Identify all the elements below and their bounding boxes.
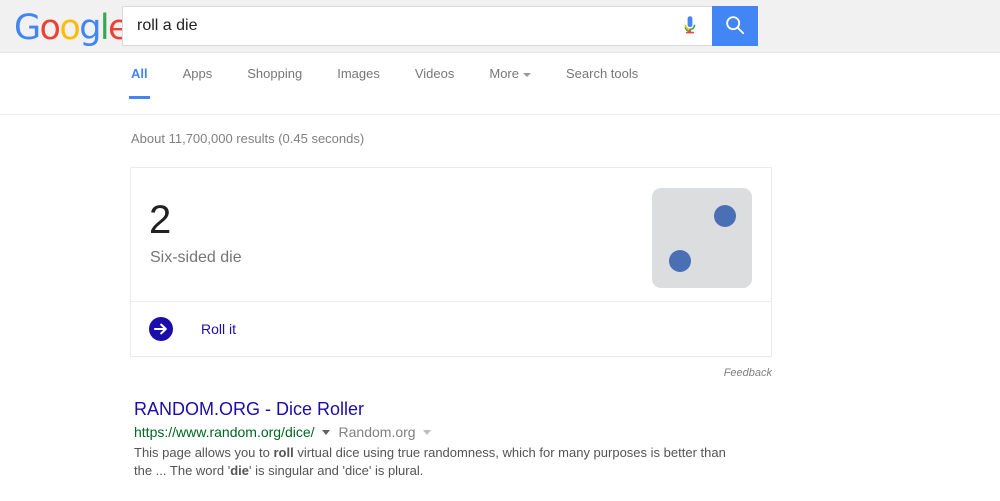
logo-letter-o2: o <box>59 8 80 48</box>
tab-videos[interactable]: Videos <box>415 66 455 99</box>
tab-apps-label: Apps <box>182 66 213 81</box>
search-input[interactable] <box>123 8 668 44</box>
results-count: About 11,700,000 results (0.45 seconds) <box>131 131 365 146</box>
tab-more[interactable]: More <box>489 66 531 99</box>
magnifier-icon <box>724 14 746 39</box>
dice-widget-body: 2 Six-sided die <box>131 168 771 302</box>
tab-all-label: All <box>131 66 148 81</box>
result-snippet: This page allows you to roll virtual dic… <box>134 445 726 478</box>
tab-images[interactable]: Images <box>337 66 380 99</box>
logo-letter-l: l <box>99 8 110 48</box>
tab-images-label: Images <box>337 66 380 81</box>
roll-it-label: Roll it <box>201 321 237 337</box>
search-box <box>122 6 712 46</box>
search-result-item: RANDOM.ORG - Dice Roller https://www.ran… <box>134 398 754 480</box>
logo-letter-g1: G <box>14 8 41 48</box>
google-logo[interactable]: Google <box>14 8 129 48</box>
die-face-icon[interactable] <box>652 188 752 288</box>
tab-apps[interactable]: Apps <box>183 66 213 99</box>
search-button[interactable] <box>712 6 758 46</box>
arrow-right-circle-icon <box>148 316 174 342</box>
die-label: Six-sided die <box>150 249 242 266</box>
tab-all[interactable]: All <box>129 66 150 99</box>
dice-widget-card: 2 Six-sided die Roll it <box>130 167 772 357</box>
nav-tabs: All Apps Shopping Images Videos More Sea… <box>129 66 673 99</box>
nav-bar: All Apps Shopping Images Videos More Sea… <box>0 53 1000 115</box>
microphone-icon[interactable] <box>668 7 712 45</box>
site-dropdown-caret-icon[interactable] <box>422 429 431 435</box>
result-title-link[interactable]: RANDOM.ORG - Dice Roller <box>134 398 364 420</box>
result-url-row: https://www.random.org/dice/ Random.org <box>134 423 754 441</box>
tab-search-tools[interactable]: Search tools <box>566 66 638 99</box>
url-dropdown-caret-icon[interactable] <box>321 429 330 435</box>
dice-widget-footer: Roll it <box>131 302 771 356</box>
page-header: Google <box>0 0 1000 53</box>
die-value: 2 <box>149 198 172 242</box>
tab-search-tools-label: Search tools <box>566 66 639 81</box>
logo-letter-o1: o <box>39 8 61 48</box>
tab-shopping-label: Shopping <box>247 66 303 81</box>
result-url[interactable]: https://www.random.org/dice/ <box>134 423 315 441</box>
roll-it-button[interactable]: Roll it <box>148 316 236 342</box>
logo-letter-g2: g <box>79 8 101 48</box>
tab-shopping[interactable]: Shopping <box>247 66 302 99</box>
result-site-name: Random.org <box>338 424 416 440</box>
feedback-link[interactable]: Feedback <box>0 367 772 379</box>
chevron-down-icon <box>523 72 531 77</box>
tab-more-label: More <box>489 66 519 81</box>
tab-videos-label: Videos <box>414 66 455 81</box>
